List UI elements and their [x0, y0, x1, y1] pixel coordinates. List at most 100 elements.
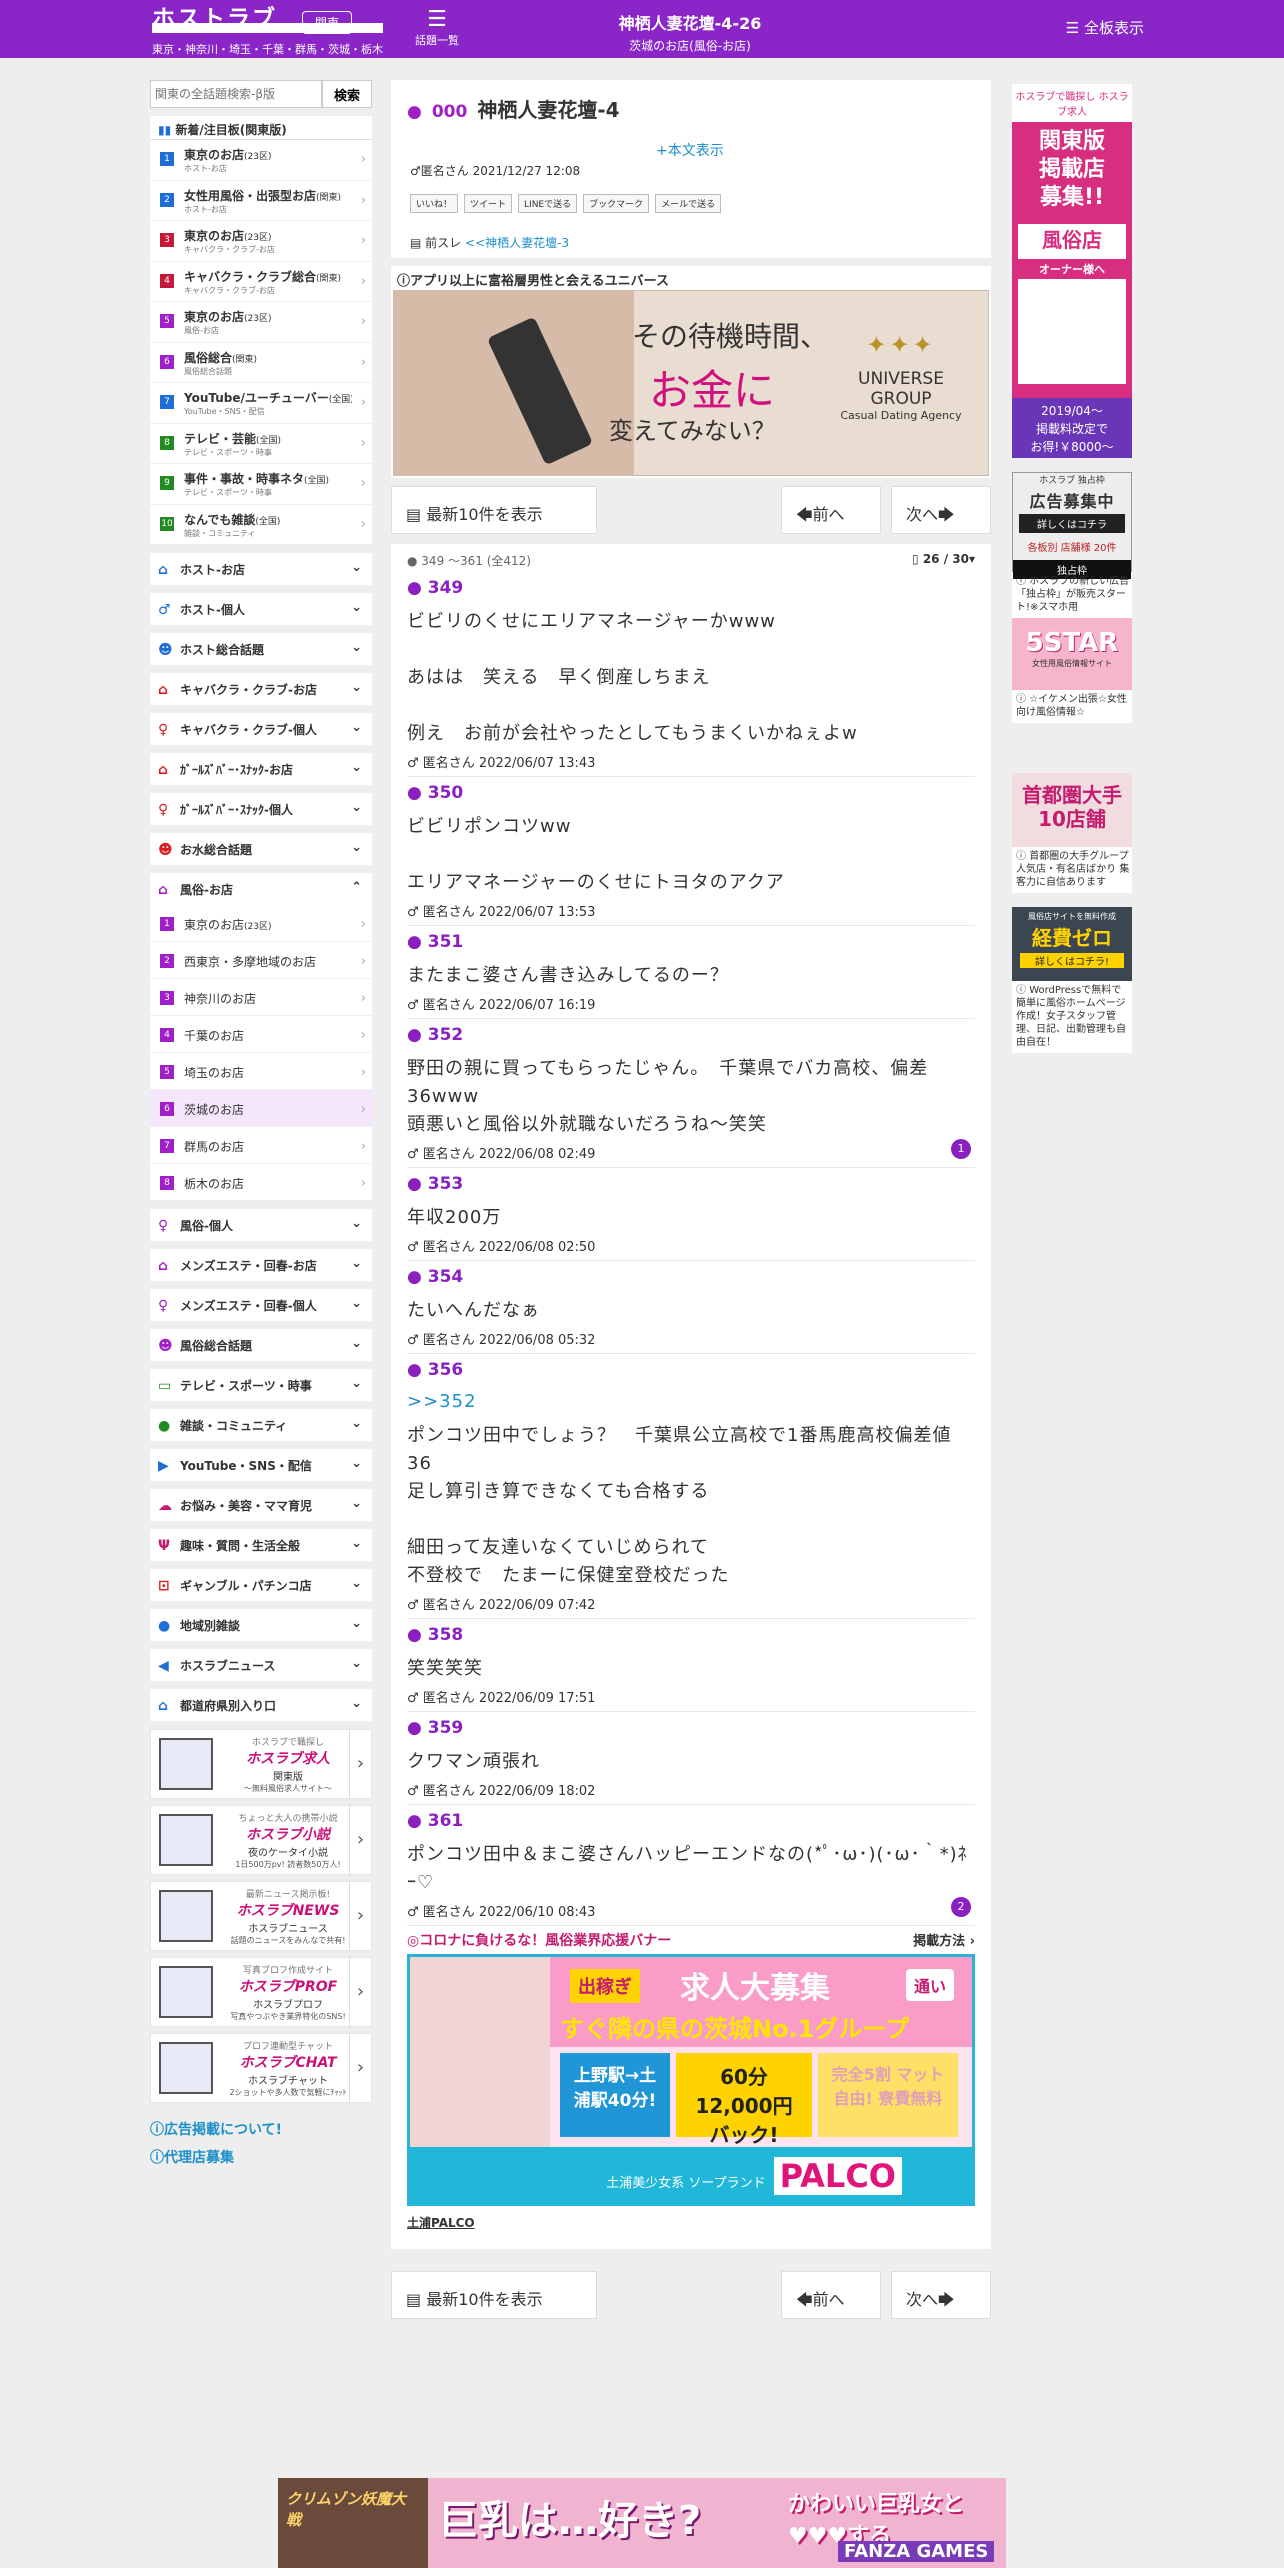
post-number-row[interactable]: ● 358 — [407, 1625, 975, 1649]
post-number-row[interactable]: ● 361 — [407, 1811, 975, 1835]
category-item[interactable]: ● 雑談・コミュニティ ⌄ — [150, 1409, 372, 1441]
ranking-item[interactable]: 3 東京のお店(23区) キャバクラ・クラブ-お店 › — [150, 221, 372, 262]
brand-name: UNIVERSE GROUP — [858, 369, 944, 409]
promo-item[interactable]: プロフ連動型チャット ホスラブCHAT ホスラブチャット 2ショットや多人数で気軽にﾁ… — [150, 2033, 372, 2103]
category-item[interactable]: ♂ ホスト-個人 ⌄ — [150, 593, 372, 625]
hostlove-recruit-ad[interactable]: ホスラブで職探し ホスラブ求人 関東版 掲載店 募集!! 風俗店 オーナー様へ 2… — [1012, 84, 1132, 458]
ranking-item[interactable]: 7 YouTube/ユーチューバー(全国) YouTube・SNS・配信 › — [150, 383, 372, 424]
category-item[interactable]: ▶ YouTube・SNS・配信 ⌄ — [150, 1449, 372, 1481]
post-number-row[interactable]: ● 356 — [407, 1360, 975, 1384]
ranking-item[interactable]: 5 東京のお店(23区) 風俗-お店 › — [150, 302, 372, 343]
page-selector[interactable]: ▯ 26 / 30▾ — [912, 552, 975, 566]
promo-item[interactable]: ホスラブで職探し ホスラブ求人 関東版 ～無料風俗求人サイト～ › — [150, 1729, 372, 1799]
category-item[interactable]: ◀ ホスラブニュース ⌄ — [150, 1649, 372, 1681]
palco-banner[interactable]: 出稼ぎ 求人大募集 通い すぐ隣の県の茨城No.1グループ 上野駅→土浦駅40分… — [407, 1954, 975, 2206]
post-number-row[interactable]: ● 354 — [407, 1267, 975, 1291]
ranking-item[interactable]: 2 女性用風俗・出張型お店(関東) ホスト-お店 › — [150, 181, 372, 221]
category-item[interactable]: ♀ 風俗-個人 ⌄ — [150, 1209, 372, 1241]
mail-share-button[interactable]: メールで送る — [655, 194, 722, 213]
reply-count-badge[interactable]: 2 — [951, 1897, 971, 1917]
facebook-like-button[interactable]: いいね！ — [410, 194, 459, 213]
show-body-link[interactable]: +本文表示 — [656, 140, 724, 160]
reply-count-badge[interactable]: 1 — [951, 1139, 971, 1159]
promo-t2: ホスラブPROF — [238, 1979, 338, 1995]
category-item[interactable]: ♀ ｶﾞｰﾙｽﾞﾊﾞｰ･ｽﾅｯｸ-個人 ⌄ — [150, 793, 372, 825]
next-page-button[interactable]: 次へ🡆 — [891, 2271, 991, 2319]
agency-link[interactable]: ⓘ代理店募集 — [150, 2147, 372, 2167]
category-item[interactable]: ▭ テレビ・スポーツ・時事 ⌄ — [150, 1369, 372, 1401]
bookmark-button[interactable]: ブックマーク — [583, 194, 650, 213]
category-item[interactable]: ☻ ホスト総合話題 ⌄ — [150, 633, 372, 665]
ranking-item[interactable]: 6 風俗総合(関東) 風俗総合話題 › — [150, 343, 372, 383]
post-number-row[interactable]: ● 359 — [407, 1718, 975, 1742]
ranking-item[interactable]: 1 東京のお店(23区) ホスト-お店 › — [150, 140, 372, 181]
five-star-ad[interactable]: 5STAR 女性用風俗情報サイト ⓘ ☆イケメン出張☆女性向け風俗情報☆ — [1012, 618, 1132, 723]
post-number-row[interactable]: ● 350 — [407, 783, 975, 807]
promo-item[interactable]: ちょっと大人の携帯小説 ホスラブ小説 夜のケータイ小説 1日500万pv! 読者数50… — [150, 1805, 372, 1875]
ranking-item[interactable]: 4 キャバクラ・クラブ総合(関東) キャバクラ・クラブ-お店 › — [150, 262, 372, 302]
fuzoku-item[interactable]: 6 茨城のお店 › — [150, 1090, 372, 1127]
fuzoku-shop-list: 1 東京のお店(23区) › 2 西東京・多摩地域のお店 › 3 神奈川のお店 › 4 千葉のお店 ›… — [150, 905, 372, 1201]
region-button[interactable]: 関東 — [302, 11, 353, 34]
fuzoku-item[interactable]: 5 埼玉のお店 › — [150, 1053, 372, 1090]
rank-title: テレビ・芸能 — [184, 431, 257, 446]
tweet-button[interactable]: ツイート — [464, 194, 513, 213]
post-item: ● 361 ポンコツ田中＆まこ婆さんハッピーエンドなの(*ﾟ･ω･)(･ω･｀*)… — [407, 1805, 975, 1926]
category-item[interactable]: ☻ お水総合話題 ⌄ — [150, 833, 372, 865]
fuzoku-item[interactable]: 7 群馬のお店 › — [150, 1127, 372, 1164]
topics-list-button[interactable]: ☰ 話題一覧 — [412, 8, 462, 48]
category-fuzoku-shop[interactable]: ⌂ 風俗-お店 ⌃ — [150, 873, 372, 905]
reply-link[interactable]: >>352 — [407, 1384, 975, 1416]
ranking-item[interactable]: 9 事件・事故・時事ネタ(全国) テレビ・スポーツ・時事 › — [150, 464, 372, 505]
prev-page-button[interactable]: 🡄前へ — [781, 486, 881, 534]
category-item[interactable]: ⌂ キャバクラ・クラブ-お店 ⌄ — [150, 673, 372, 705]
fuzoku-item[interactable]: 1 東京のお店(23区) › — [150, 905, 372, 942]
fuzoku-item[interactable]: 3 神奈川のお店 › — [150, 979, 372, 1016]
post-number-row[interactable]: ● 351 — [407, 932, 975, 956]
category-item[interactable]: ☁ お悩み・美容・ママ育児 ⌄ — [150, 1489, 372, 1521]
latest-10-button[interactable]: ▤ 最新10件を表示 — [391, 2271, 597, 2319]
fuzoku-item[interactable]: 8 栃木のお店 › — [150, 1164, 372, 1201]
category-item[interactable]: ⊡ ギャンブル・パチンコ店 ⌄ — [150, 1569, 372, 1601]
rank-area: (全国) — [328, 395, 352, 405]
fuzoku-item[interactable]: 2 西東京・多摩地域のお店 › — [150, 942, 372, 979]
latest-10-button[interactable]: ▤ 最新10件を表示 — [391, 486, 597, 534]
category-item[interactable]: ☻ 風俗総合話題 ⌄ — [150, 1329, 372, 1361]
category-item[interactable]: ♀ メンズエステ・回春-個人 ⌄ — [150, 1289, 372, 1321]
prev-page-button[interactable]: 🡄前へ — [781, 2271, 881, 2319]
chevron-down-icon: ⌄ — [351, 760, 362, 775]
full-board-button[interactable]: ☰ 全板表示 — [1066, 17, 1144, 38]
post-number-row[interactable]: ● 349 — [407, 578, 975, 602]
category-item[interactable]: ⌂ ｶﾞｰﾙｽﾞﾊﾞｰ･ｽﾅｯｸ-お店 ⌄ — [150, 753, 372, 785]
category-item[interactable]: Ψ 趣味・質問・生活全般 ⌄ — [150, 1529, 372, 1561]
post-number-row[interactable]: ● 353 — [407, 1174, 975, 1198]
promo-item[interactable]: 最新ニュース掲示板! ホスラブNEWS ホスラブニュース 話題のニュースをみんなで共有… — [150, 1881, 372, 1951]
zero-cost-ad[interactable]: 風俗店サイトを無料作成 経費ゼロ 詳しくはコチラ! ⓘ WordPressで無料… — [1012, 907, 1132, 1053]
line-share-button[interactable]: LINEで送る — [518, 194, 578, 213]
promo-item[interactable]: 写真プロフ作成サイト ホスラブPROF ホスラブプロフ 写真やつぶやき業界特化のSNS… — [150, 1957, 372, 2027]
ad-info-link[interactable]: ⓘ広告掲載について! — [150, 2119, 372, 2139]
ranking-item[interactable]: 8 テレビ・芸能(全国) テレビ・スポーツ・時事 › — [150, 424, 372, 464]
category-item[interactable]: ⌂ ホスト-お店 ⌄ — [150, 553, 372, 585]
universe-banner[interactable]: ⓘアプリ以上に富裕層男性と会えるユニバース その待機時間、 お金に 変えてみない… — [391, 266, 991, 478]
fuzoku-item[interactable]: 4 千葉のお店 › — [150, 1016, 372, 1053]
chevron-right-icon: › — [360, 1102, 366, 1117]
ranking-item[interactable]: 10 なんでも雑談(全国) 雑談・コミュニティ › — [150, 505, 372, 545]
listing-method-link[interactable]: 掲載方法 › — [913, 1930, 975, 1949]
search-input[interactable] — [150, 80, 322, 108]
rank-title: 女性用風俗・出張型お店 — [184, 188, 317, 203]
palco-link[interactable]: 土浦PALCO — [407, 2214, 975, 2231]
category-item[interactable]: ● 地域別雑談 ⌄ — [150, 1609, 372, 1641]
search-button[interactable]: 検索 — [322, 80, 372, 108]
post-number-row[interactable]: ● 352 — [407, 1025, 975, 1049]
prev-thread-link[interactable]: <<神栖人妻花壇-3 — [465, 236, 569, 250]
category-item[interactable]: ⌂ 都道府県別入り口 ⌄ — [150, 1689, 372, 1721]
promo-t1: 写真プロフ作成サイト — [242, 1966, 333, 1976]
category-item[interactable]: ⌂ メンズエステ・回春-お店 ⌄ — [150, 1249, 372, 1281]
bottom-game-ad[interactable]: クリムゾン妖魔大戦 巨乳は…好き? かわいい巨乳女と♥♥♥する FANZA GA… — [278, 2478, 1006, 2568]
next-page-button[interactable]: 次へ🡆 — [891, 486, 991, 534]
promo-list: ホスラブで職探し ホスラブ求人 関東版 ～無料風俗求人サイト～ › ちょっと大人の携帯小説… — [150, 1729, 372, 2103]
category-item[interactable]: ♀ キャバクラ・クラブ-個人 ⌄ — [150, 713, 372, 745]
exclusive-slot-ad[interactable]: ホスラブ 独占枠 広告募集中 詳しくはコチラ 各板別 店舗様 20件 独占枠 ⓘ… — [1012, 472, 1132, 618]
capital-group-ad[interactable]: 首都圏大手 10店舗 ⓘ 首都圏の大手グループ人気店・有名店ばかり 集客力に自信… — [1012, 773, 1132, 893]
